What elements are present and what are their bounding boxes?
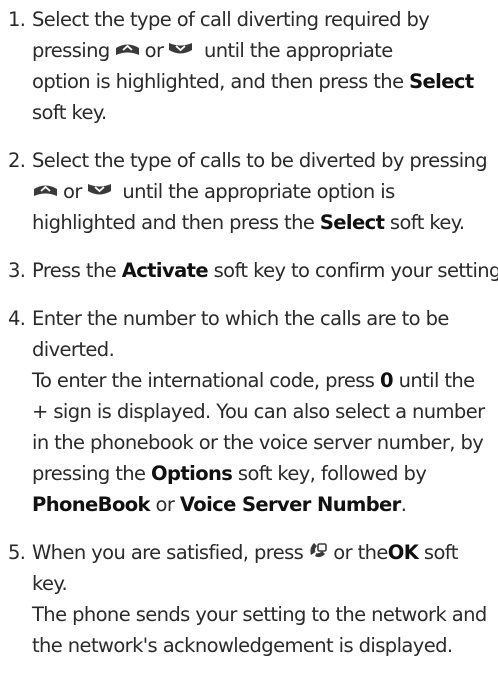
step-line: The phone sends your setting to the netw…	[32, 603, 487, 626]
step-4: 4. Enter the number to which the calls a…	[0, 303, 498, 520]
step-line: in the phonebook or the voice server num…	[32, 431, 484, 454]
step-number: 3.	[8, 259, 26, 282]
step-line: When you are satisfied, press or theOK so…	[32, 537, 498, 568]
step-number: 4.	[8, 307, 26, 330]
activate-softkey-label: Activate	[121, 259, 209, 282]
step-line: To enter the international code, press 0…	[32, 369, 475, 392]
step-line: key.	[32, 572, 68, 595]
step-line: Select the type of call diverting requir…	[32, 8, 430, 31]
step-5: 5. When you are satisfied, press or theOK…	[0, 537, 498, 661]
ok-softkey-label: OK	[387, 541, 419, 564]
step-line: + sign is displayed. You can also select…	[32, 400, 485, 423]
select-softkey-label: Select	[409, 70, 474, 93]
step-line: option is highlighted, and then press th…	[32, 70, 474, 93]
step-line: PhoneBook or Voice Server Number.	[32, 493, 407, 516]
step-line: Enter the number to which the calls are …	[32, 307, 449, 330]
step-1: 1. Select the type of call diverting req…	[0, 4, 498, 128]
instruction-steps: 1. Select the type of call diverting req…	[0, 4, 498, 678]
step-line: soft key.	[32, 101, 107, 124]
step-3: 3. Press the Activate soft key to confir…	[0, 255, 498, 286]
voice-server-number-option-label: Voice Server Number	[179, 493, 401, 516]
step-line: pressing or until the appropriate	[32, 39, 393, 62]
phonebook-option-label: PhoneBook	[32, 493, 151, 516]
step-line: or until the appropriate option is	[32, 176, 498, 207]
step-line: highlighted and then press the Select so…	[32, 211, 465, 234]
options-softkey-label: Options	[151, 462, 233, 485]
step-2: 2. Select the type of calls to be divert…	[0, 145, 498, 238]
select-softkey-label: Select	[319, 211, 385, 234]
step-line: Press the Activate soft key to confirm y…	[32, 259, 498, 282]
down-navigation-key-icon	[167, 41, 194, 57]
up-navigation-key-icon	[114, 41, 141, 57]
up-navigation-key-icon	[32, 182, 59, 198]
down-navigation-key-icon	[86, 182, 113, 198]
zero-key-label: 0	[379, 369, 394, 392]
step-number: 5.	[8, 541, 26, 564]
step-line: pressing the Options soft key, followed …	[32, 462, 427, 485]
step-number: 1.	[8, 8, 26, 31]
step-number: 2.	[8, 149, 26, 172]
step-line: Select the type of calls to be diverted …	[32, 149, 488, 172]
step-line: diverted.	[32, 338, 115, 361]
send-key-icon	[307, 539, 329, 561]
